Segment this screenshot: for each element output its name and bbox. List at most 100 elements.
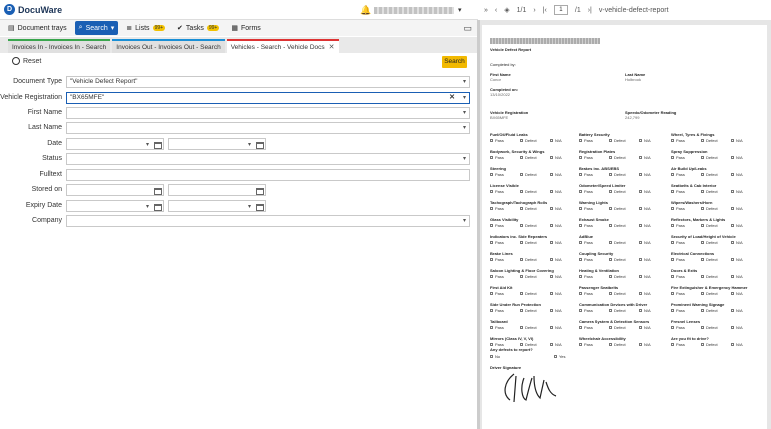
chevron-left-icon[interactable]: ‹ <box>495 7 497 14</box>
option-label: N/A <box>644 257 651 262</box>
search-submit-button[interactable]: Search <box>442 56 467 68</box>
checkbox <box>701 343 704 347</box>
checkbox <box>490 326 493 330</box>
check-option-defect: Defect <box>609 291 626 296</box>
company-input[interactable]: ▾ <box>66 215 470 227</box>
date-from-input[interactable]: ▾ <box>66 138 164 150</box>
layers-icon[interactable]: ◈ <box>504 6 509 14</box>
reset-icon <box>12 57 20 65</box>
calendar-icon[interactable] <box>154 188 162 195</box>
option-label: N/A <box>736 274 743 279</box>
check-option-na: N/A <box>550 189 562 194</box>
document-type-input[interactable]: "Vehicle Defect Report" ▾ <box>66 76 470 88</box>
check-option-pass: Pass <box>579 172 593 177</box>
check-item-label: Seatbelts & Cab Interior <box>671 183 717 188</box>
chevron-down-icon[interactable]: ▾ <box>146 203 149 210</box>
check-option-defect: Defect <box>609 325 626 330</box>
stored-on-from-input[interactable] <box>66 184 164 196</box>
chevron-right-icon[interactable]: › <box>533 7 535 14</box>
check-option-defect: Defect <box>701 138 718 143</box>
option-label: Pass <box>495 172 504 177</box>
option-label: N/A <box>555 172 562 177</box>
last-name-input[interactable]: ▾ <box>66 122 470 134</box>
checkbox <box>731 326 734 330</box>
chevron-down-icon[interactable]: ▾ <box>463 93 466 103</box>
field-value: "Vehicle Defect Report" <box>70 78 138 85</box>
stored-on-to-input[interactable] <box>168 184 266 196</box>
option-label: Pass <box>495 155 504 160</box>
option-label: N/A <box>555 308 562 313</box>
calendar-icon[interactable] <box>256 142 264 149</box>
field-label: Date <box>47 140 62 147</box>
user-menu[interactable]: 🔔 ▾ <box>360 2 475 18</box>
checkbox <box>520 207 523 211</box>
option-label: Pass <box>495 240 504 245</box>
tab-invoices-out[interactable]: Invoices Out - Invoices Out - Search <box>112 39 225 53</box>
lists-button[interactable]: ≣ Lists 99+ <box>122 21 169 35</box>
chevron-down-icon[interactable]: ▾ <box>248 203 251 210</box>
chevron-down-icon[interactable]: ▾ <box>248 141 251 148</box>
tasks-button[interactable]: ✔ Tasks 99+ <box>173 21 223 35</box>
chevron-down-icon[interactable]: ▾ <box>458 6 462 14</box>
chevron-down-icon[interactable]: ▾ <box>463 77 466 87</box>
option-label: N/A <box>555 325 562 330</box>
window-icon[interactable]: ▭ <box>463 23 472 34</box>
status-input[interactable]: ▾ <box>66 153 470 165</box>
first-page-icon[interactable]: |‹ <box>543 7 547 14</box>
expiry-from-input[interactable]: ▾ <box>66 200 164 212</box>
forms-button[interactable]: ▦ Forms <box>227 21 264 35</box>
checkbox <box>671 343 674 347</box>
fulltext-input[interactable] <box>66 169 470 181</box>
option-label: N/A <box>736 240 743 245</box>
check-option-defect: Defect <box>609 257 626 262</box>
check-option-pass: Pass <box>490 189 504 194</box>
page-total: /1 <box>574 6 581 14</box>
list-icon: ≣ <box>126 25 133 32</box>
chevron-down-icon[interactable]: ▾ <box>463 123 466 133</box>
check-option-defect: Defect <box>520 325 537 330</box>
collapse-panel-icon[interactable]: » <box>484 7 488 14</box>
check-option-pass: Pass <box>579 291 593 296</box>
checkbox <box>550 258 553 262</box>
check-option-na: N/A <box>639 138 651 143</box>
chevron-down-icon[interactable]: ▾ <box>463 108 466 118</box>
last-page-icon[interactable]: ›| <box>588 7 592 14</box>
close-icon[interactable]: ✕ <box>329 43 335 51</box>
checkbox <box>550 326 553 330</box>
check-item-label: Communication Devices with Driver <box>579 302 648 307</box>
docuware-logo[interactable]: D DocuWare <box>4 4 62 15</box>
clear-icon[interactable]: ✕ <box>449 93 455 103</box>
checkbox <box>731 343 734 347</box>
calendar-icon[interactable] <box>154 142 162 149</box>
notification-bell-icon[interactable]: 🔔 <box>360 5 371 15</box>
expiry-to-input[interactable]: ▾ <box>168 200 266 212</box>
check-option-na: N/A <box>550 325 562 330</box>
option-label: Defect <box>706 274 718 279</box>
checkbox <box>579 258 582 262</box>
check-item-label: Registration Plates <box>579 149 616 154</box>
checkbox <box>701 224 704 228</box>
page-input[interactable]: 1 <box>553 5 568 15</box>
check-option-defect: Defect <box>701 274 718 279</box>
chevron-down-icon[interactable]: ▾ <box>463 154 466 164</box>
reset-button[interactable]: Reset <box>12 57 41 65</box>
tab-vehicles[interactable]: Vehicles - Search - Vehicle Docs ✕ <box>226 39 339 53</box>
chevron-down-icon[interactable]: ▾ <box>146 141 149 148</box>
option-label: Defect <box>614 291 626 296</box>
checkbox <box>520 343 523 347</box>
calendar-icon[interactable] <box>256 188 264 195</box>
calendar-icon[interactable] <box>154 204 162 211</box>
tab-invoices-in[interactable]: Invoices In - Invoices In - Search <box>8 39 111 53</box>
search-button[interactable]: ⌕ Search ▾ <box>74 21 119 35</box>
chevron-down-icon[interactable]: ▾ <box>463 216 466 226</box>
calendar-icon[interactable] <box>256 204 264 211</box>
option-label: Defect <box>614 257 626 262</box>
document-trays-button[interactable]: ▤ Document trays <box>4 21 71 35</box>
checkbox <box>609 173 612 177</box>
vehicle-registration-input[interactable]: "BX65MFE" ✕ ▾ <box>66 92 470 104</box>
check-item-label: Spray Suppression <box>671 149 708 154</box>
first-name-input[interactable]: ▾ <box>66 107 470 119</box>
checkbox <box>550 139 553 143</box>
option-label: Defect <box>706 172 718 177</box>
date-to-input[interactable]: ▾ <box>168 138 266 150</box>
